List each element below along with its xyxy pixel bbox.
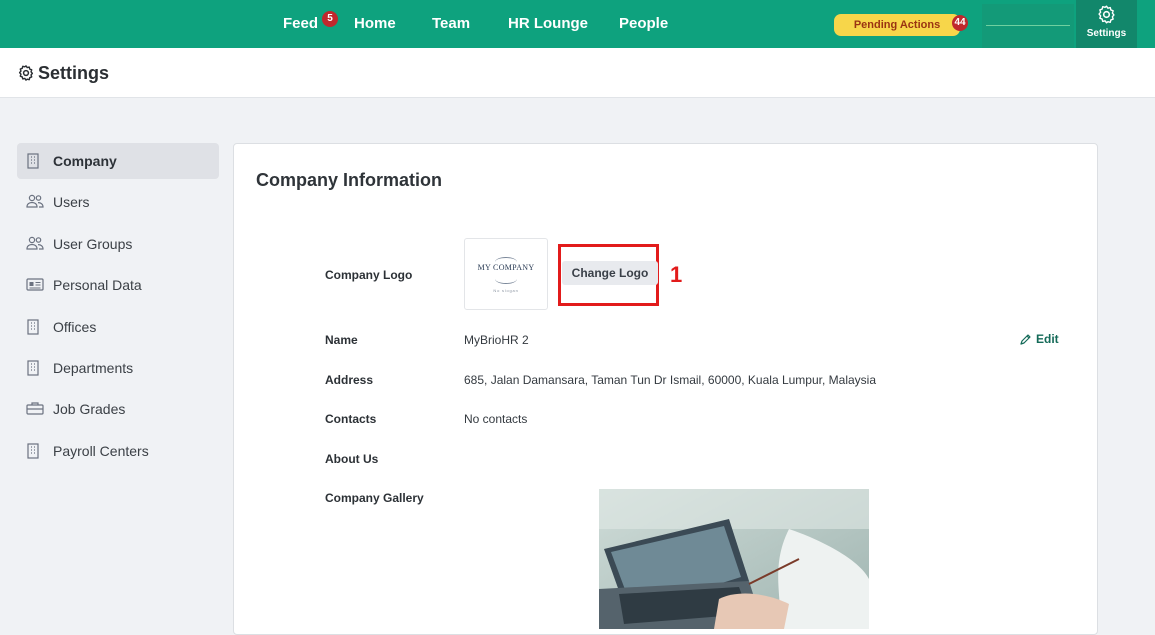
company-gallery-image[interactable] <box>599 489 869 629</box>
gear-icon <box>1098 5 1115 24</box>
page-title: Settings <box>38 63 110 83</box>
sidebar-item-job-grades[interactable]: Job Grades <box>17 391 219 427</box>
page-header: Settings <box>0 48 1155 98</box>
contacts-value: No contacts <box>464 412 528 426</box>
id-card-icon <box>26 278 44 291</box>
building-icon <box>27 319 39 335</box>
contacts-label: Contacts <box>325 412 377 426</box>
feed-notification-badge: 5 <box>322 11 338 27</box>
company-gallery-label: Company Gallery <box>325 491 424 505</box>
company-information-card: Company Information Company Logo MY COMP… <box>233 143 1098 635</box>
name-label: Name <box>325 333 358 347</box>
gallery-photo <box>599 489 869 629</box>
nav-feed[interactable]: Feed <box>283 15 318 32</box>
sidebar-item-offices[interactable]: Offices <box>17 309 219 345</box>
company-logo-label: Company Logo <box>325 268 413 282</box>
sidebar-item-user-groups[interactable]: User Groups <box>17 226 219 262</box>
company-logo-tagline: No slogan <box>493 288 519 293</box>
name-value: MyBrioHR 2 <box>464 333 529 347</box>
top-navigation-bar: Feed 5 Home Team HR Lounge People Pendin… <box>0 0 1155 48</box>
edit-button[interactable]: Edit <box>1019 332 1059 346</box>
edit-label: Edit <box>1036 332 1059 346</box>
users-icon <box>26 236 44 250</box>
pending-actions-button[interactable]: Pending Actions <box>834 14 960 36</box>
sidebar-item-label: Company <box>53 153 117 169</box>
sidebar-item-payroll-centers[interactable]: Payroll Centers <box>17 433 219 469</box>
address-label: Address <box>325 373 374 387</box>
sidebar-item-personal-data[interactable]: Personal Data <box>17 267 219 303</box>
address-value: 685, Jalan Damansara, Taman Tun Dr Ismai… <box>464 373 876 387</box>
sidebar-item-label: User Groups <box>53 236 133 252</box>
nav-settings[interactable]: Settings <box>1076 0 1137 48</box>
sidebar-item-label: Users <box>53 194 90 210</box>
change-logo-button[interactable]: Change Logo <box>562 261 658 285</box>
sidebar-item-label: Job Grades <box>53 401 126 417</box>
building-icon <box>27 153 39 169</box>
users-icon <box>26 194 44 208</box>
pending-actions-label: Pending Actions <box>853 19 941 31</box>
pending-actions-badge: 44 <box>952 15 968 31</box>
sidebar-item-label: Offices <box>53 319 97 335</box>
company-logo-text: MY COMPANY <box>477 263 535 272</box>
section-title: Company Information <box>256 170 443 190</box>
nav-team[interactable]: Team <box>432 15 470 32</box>
nav-people[interactable]: People <box>619 15 668 32</box>
gear-icon <box>18 65 34 81</box>
nav-settings-label: Settings <box>1086 28 1127 39</box>
sidebar-item-departments[interactable]: Departments <box>17 350 219 386</box>
sidebar-item-company[interactable]: Company <box>17 143 219 179</box>
sidebar-item-label: Departments <box>53 360 134 376</box>
sidebar-item-label: Payroll Centers <box>53 443 149 459</box>
sidebar-item-label: Personal Data <box>53 277 142 293</box>
briefcase-icon <box>26 402 44 415</box>
sidebar-item-users[interactable]: Users <box>17 184 219 220</box>
step-marker: 1 <box>670 262 683 287</box>
company-logo-preview: MY COMPANY No slogan <box>464 238 548 310</box>
nav-home[interactable]: Home <box>354 15 396 32</box>
pencil-icon <box>1020 334 1031 345</box>
about-us-label: About Us <box>325 452 379 466</box>
company-logo-slot[interactable] <box>982 4 1074 48</box>
building-icon <box>27 360 39 376</box>
nav-hr-lounge[interactable]: HR Lounge <box>508 15 588 32</box>
building-icon <box>27 443 39 459</box>
